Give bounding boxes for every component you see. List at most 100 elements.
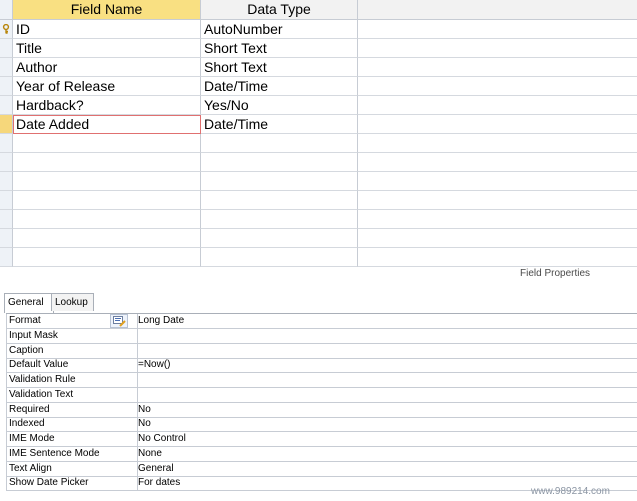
property-row[interactable]: Indexed No [6,417,637,433]
table-row[interactable] [0,191,637,210]
data-type-cell[interactable] [201,191,358,210]
property-value[interactable]: No Control [137,432,637,447]
description-cell[interactable] [358,229,637,248]
property-row[interactable]: Caption [6,343,637,359]
tab-lookup[interactable]: Lookup [51,293,94,311]
column-header-description[interactable] [358,0,637,20]
description-cell[interactable] [358,248,637,267]
field-name-cell[interactable]: Year of Release [13,77,201,96]
description-cell[interactable] [358,153,637,172]
property-row[interactable]: Required No [6,402,637,418]
description-cell[interactable] [358,172,637,191]
field-name-cell[interactable]: Hardback? [13,96,201,115]
field-name-cell[interactable]: Title [13,39,201,58]
column-header-field-name[interactable]: Field Name [13,0,201,20]
property-label: Caption [6,343,138,359]
description-cell[interactable] [358,39,637,58]
property-value[interactable]: =Now() [137,358,637,374]
field-name-cell[interactable] [13,134,201,153]
description-cell[interactable] [358,115,637,134]
row-selector[interactable] [0,77,13,96]
description-cell[interactable] [358,20,637,39]
property-row[interactable]: Validation Rule [6,373,637,388]
row-selector[interactable] [0,210,13,229]
property-row[interactable]: Default Value =Now() [6,358,637,374]
property-label: Validation Text [6,387,138,403]
table-row[interactable]: Date Added Date/Time [0,115,637,134]
row-selector[interactable] [0,20,13,39]
property-label: Text Align [6,461,138,477]
grid-divider [0,268,358,269]
property-row[interactable]: Validation Text [6,387,637,403]
property-row[interactable]: IME Mode No Control [6,432,637,447]
property-value[interactable]: No [137,403,637,418]
data-type-cell[interactable] [201,229,358,248]
field-name-cell[interactable]: Author [13,58,201,77]
table-row[interactable]: Hardback? Yes/No [0,96,637,115]
description-cell[interactable] [358,96,637,115]
field-name-cell[interactable]: Date Added [13,115,201,134]
builder-button[interactable] [110,314,128,328]
field-name-cell[interactable] [13,153,201,172]
row-selector[interactable] [0,96,13,115]
data-type-cell[interactable] [201,210,358,229]
data-type-cell[interactable] [201,153,358,172]
tab-general[interactable]: General [4,293,54,313]
property-row[interactable]: Text Align General [6,461,637,477]
data-type-cell[interactable]: Short Text [201,39,358,58]
builder-icon [113,316,126,327]
table-row[interactable] [0,172,637,191]
description-cell[interactable] [358,210,637,229]
property-label: Indexed [6,417,138,433]
data-type-cell[interactable]: Date/Time [201,115,358,134]
data-type-cell[interactable] [201,172,358,191]
description-cell[interactable] [358,77,637,96]
property-value[interactable]: General [137,462,637,477]
row-selector[interactable] [0,248,13,267]
row-selector[interactable] [0,153,13,172]
row-selector[interactable] [0,191,13,210]
table-row[interactable] [0,210,637,229]
column-header-data-type[interactable]: Data Type [201,0,358,20]
row-selector[interactable] [0,172,13,191]
row-selector[interactable] [0,134,13,153]
table-row[interactable] [0,229,637,248]
property-value[interactable] [137,329,637,344]
field-name-cell[interactable] [13,172,201,191]
table-row[interactable] [0,248,637,267]
table-row[interactable]: ID AutoNumber [0,20,637,39]
property-value[interactable] [137,388,637,403]
property-value[interactable] [137,344,637,359]
field-name-cell[interactable] [13,191,201,210]
row-selector[interactable] [0,229,13,248]
field-name-cell[interactable] [13,210,201,229]
property-value[interactable]: None [137,447,637,462]
property-row[interactable]: Input Mask [6,328,637,344]
property-value[interactable] [137,373,637,388]
field-name-cell[interactable]: ID [13,20,201,39]
data-type-cell[interactable] [201,248,358,267]
data-type-cell[interactable]: Date/Time [201,77,358,96]
description-cell[interactable] [358,134,637,153]
description-cell[interactable] [358,58,637,77]
field-name-cell[interactable] [13,248,201,267]
data-type-cell[interactable]: Short Text [201,58,358,77]
data-type-cell[interactable] [201,134,358,153]
property-row[interactable]: Format Long Date [6,314,637,329]
table-row[interactable]: Title Short Text [0,39,637,58]
table-row[interactable] [0,134,637,153]
table-row[interactable]: Year of Release Date/Time [0,77,637,96]
row-selector[interactable] [0,58,13,77]
header-row-selector[interactable] [0,0,13,20]
data-type-cell[interactable]: AutoNumber [201,20,358,39]
property-value[interactable]: Long Date [137,314,637,329]
property-value[interactable]: No [137,417,637,433]
field-name-cell[interactable] [13,229,201,248]
description-cell[interactable] [358,191,637,210]
table-row[interactable]: Author Short Text [0,58,637,77]
row-selector[interactable] [0,115,13,134]
data-type-cell[interactable]: Yes/No [201,96,358,115]
table-row[interactable] [0,153,637,172]
row-selector[interactable] [0,39,13,58]
property-row[interactable]: IME Sentence Mode None [6,446,637,462]
